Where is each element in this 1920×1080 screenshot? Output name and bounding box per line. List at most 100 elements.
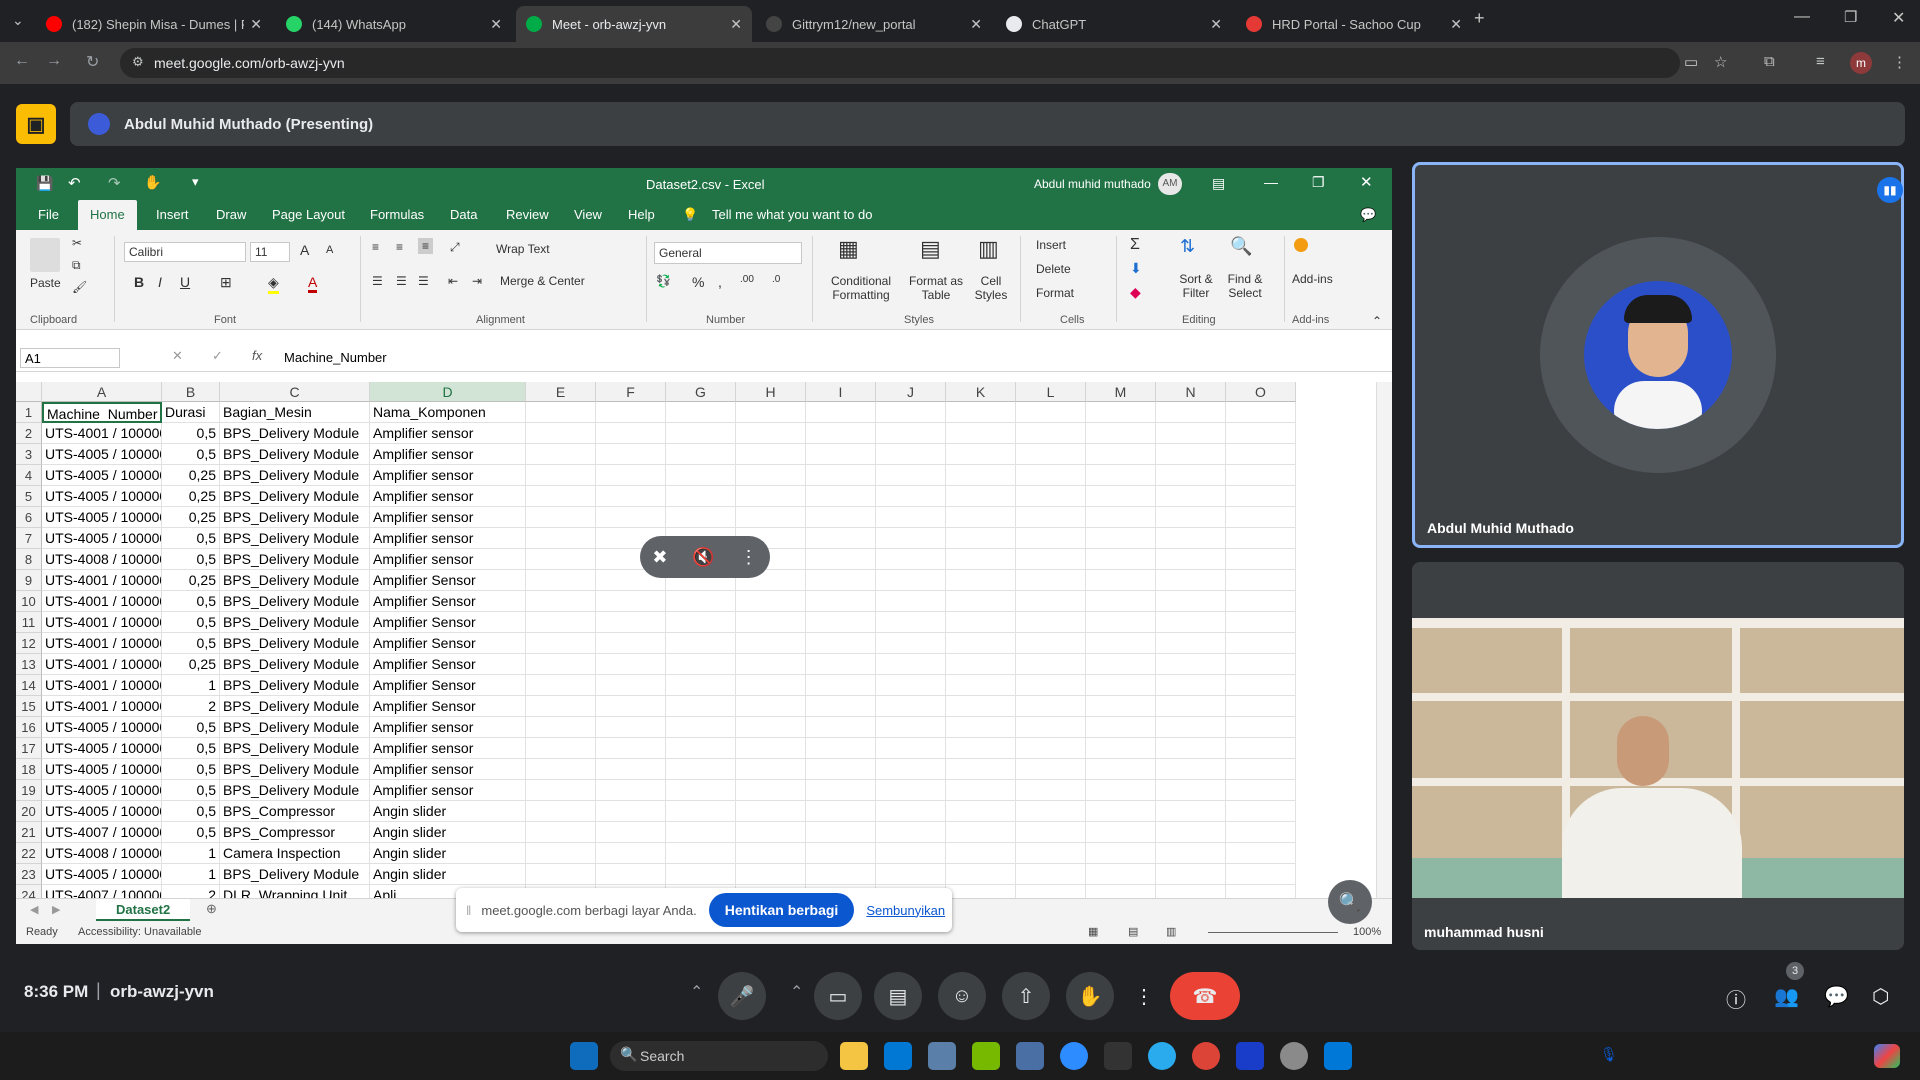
grid-cell[interactable] bbox=[526, 738, 596, 759]
increase-font-icon[interactable]: A bbox=[300, 242, 309, 258]
column-header[interactable]: E bbox=[526, 382, 596, 402]
grid-cell[interactable] bbox=[1016, 423, 1086, 444]
grid-cell[interactable] bbox=[946, 528, 1016, 549]
autosum-icon[interactable]: Σ bbox=[1130, 236, 1140, 254]
grid-cell[interactable] bbox=[596, 507, 666, 528]
grid-cell[interactable] bbox=[526, 675, 596, 696]
grid-cell[interactable] bbox=[1156, 843, 1226, 864]
zoom-slider[interactable] bbox=[1208, 932, 1338, 933]
grid-cell[interactable] bbox=[736, 612, 806, 633]
column-header[interactable]: H bbox=[736, 382, 806, 402]
row-header[interactable]: 17 bbox=[16, 738, 42, 759]
more-options-icon[interactable]: ⋮ bbox=[740, 547, 758, 568]
column-header[interactable]: B bbox=[162, 382, 220, 402]
row-header[interactable]: 2 bbox=[16, 423, 42, 444]
photos-icon[interactable] bbox=[928, 1042, 956, 1070]
row-header[interactable]: 6 bbox=[16, 507, 42, 528]
grid-cell[interactable] bbox=[1226, 654, 1296, 675]
confirm-entry-icon[interactable]: ✓ bbox=[212, 348, 223, 364]
grid-cell[interactable]: UTS-4005 / 100000000065 bbox=[42, 717, 162, 738]
sort-filter-icon[interactable]: ⇅ bbox=[1180, 236, 1195, 257]
row-header[interactable]: 13 bbox=[16, 654, 42, 675]
tab-close-icon[interactable]: ✕ bbox=[970, 16, 982, 33]
clear-icon[interactable]: ◆ bbox=[1130, 284, 1141, 301]
grid-cell[interactable] bbox=[876, 591, 946, 612]
fill-color-icon[interactable]: ◈ bbox=[268, 274, 279, 294]
formula-input[interactable]: Machine_Number bbox=[284, 350, 387, 365]
row-header[interactable]: 12 bbox=[16, 633, 42, 654]
grid-cell[interactable] bbox=[666, 822, 736, 843]
grid-cell[interactable]: UTS-4005 / 100000000065 bbox=[42, 780, 162, 801]
row-header[interactable]: 22 bbox=[16, 843, 42, 864]
grid-cell[interactable] bbox=[806, 528, 876, 549]
grid-cell[interactable] bbox=[596, 591, 666, 612]
grid-cell[interactable]: Nama_Komponen bbox=[370, 402, 526, 423]
grid-cell[interactable]: 0,5 bbox=[162, 591, 220, 612]
grid-cell[interactable]: BPS_Delivery Module bbox=[220, 717, 370, 738]
tell-me-box[interactable]: Tell me what you want to do bbox=[712, 207, 872, 222]
italic-icon[interactable]: I bbox=[158, 274, 162, 290]
row-header[interactable]: 9 bbox=[16, 570, 42, 591]
microphone-icon[interactable]: 🎤 bbox=[718, 972, 766, 1020]
grid-cell[interactable] bbox=[806, 591, 876, 612]
grid-cell[interactable] bbox=[1086, 759, 1156, 780]
bookmark-star-icon[interactable]: ☆ bbox=[1714, 53, 1727, 71]
grid-cell[interactable] bbox=[1226, 717, 1296, 738]
grid-cell[interactable] bbox=[666, 864, 736, 885]
touch-mode-icon[interactable]: ✋ bbox=[144, 174, 161, 191]
grid-cell[interactable] bbox=[596, 444, 666, 465]
grid-cell[interactable] bbox=[876, 780, 946, 801]
stop-sharing-button[interactable]: Hentikan berbagi bbox=[708, 893, 855, 927]
grid-cell[interactable] bbox=[1086, 591, 1156, 612]
grid-cell[interactable] bbox=[1226, 801, 1296, 822]
grid-cell[interactable]: 1 bbox=[162, 675, 220, 696]
grid-cell[interactable]: Amplifier sensor bbox=[370, 444, 526, 465]
grid-cell[interactable]: 1 bbox=[162, 843, 220, 864]
grid-cell[interactable] bbox=[596, 843, 666, 864]
grid-cell[interactable] bbox=[876, 507, 946, 528]
grid-cell[interactable]: BPS_Delivery Module bbox=[220, 549, 370, 570]
grid-cell[interactable] bbox=[1156, 822, 1226, 843]
grid-cell[interactable] bbox=[736, 864, 806, 885]
zoom-app-icon[interactable] bbox=[1060, 1042, 1088, 1070]
grid-cell[interactable] bbox=[736, 780, 806, 801]
row-header[interactable]: 20 bbox=[16, 801, 42, 822]
grid-cell[interactable]: 0,5 bbox=[162, 633, 220, 654]
column-header[interactable]: O bbox=[1226, 382, 1296, 402]
grid-cell[interactable]: 0,5 bbox=[162, 822, 220, 843]
grid-cell[interactable]: 0,25 bbox=[162, 507, 220, 528]
reload-icon[interactable]: ↻ bbox=[86, 52, 99, 72]
profile-avatar[interactable]: m bbox=[1850, 52, 1872, 74]
grid-cell[interactable]: Angin slider bbox=[370, 843, 526, 864]
grid-cell[interactable] bbox=[1226, 465, 1296, 486]
grid-cell[interactable]: Amplifier sensor bbox=[370, 738, 526, 759]
grid-cell[interactable] bbox=[1016, 633, 1086, 654]
insert-cells-button[interactable]: Insert bbox=[1036, 238, 1066, 252]
grid-cell[interactable] bbox=[596, 675, 666, 696]
excel-minimize-icon[interactable]: — bbox=[1264, 174, 1278, 190]
grid-cell[interactable] bbox=[1086, 507, 1156, 528]
drag-handle-icon[interactable]: ‖ bbox=[466, 903, 471, 918]
grid-cell[interactable] bbox=[876, 402, 946, 423]
grid-cell[interactable]: 0,25 bbox=[162, 486, 220, 507]
grid-cell[interactable]: UTS-4001 / 100000000061 bbox=[42, 612, 162, 633]
grid-cell[interactable] bbox=[526, 612, 596, 633]
grid-cell[interactable] bbox=[946, 465, 1016, 486]
grid-cell[interactable] bbox=[946, 633, 1016, 654]
grid-cell[interactable]: Machine_Number bbox=[42, 402, 162, 423]
grid-cell[interactable]: BPS_Delivery Module bbox=[220, 780, 370, 801]
grid-cell[interactable]: BPS_Delivery Module bbox=[220, 864, 370, 885]
grid-cell[interactable] bbox=[736, 444, 806, 465]
grid-cell[interactable] bbox=[526, 465, 596, 486]
grid-cell[interactable]: Amplifier Sensor bbox=[370, 675, 526, 696]
grid-cell[interactable] bbox=[666, 654, 736, 675]
grid-cell[interactable] bbox=[1016, 696, 1086, 717]
grid-cell[interactable] bbox=[1156, 780, 1226, 801]
grid-cell[interactable] bbox=[1086, 486, 1156, 507]
grid-cell[interactable]: BPS_Compressor bbox=[220, 822, 370, 843]
grid-cell[interactable]: UTS-4005 / 100000000065 bbox=[42, 528, 162, 549]
grid-cell[interactable] bbox=[666, 423, 736, 444]
grid-cell[interactable] bbox=[876, 570, 946, 591]
grid-cell[interactable]: Amplifier Sensor bbox=[370, 570, 526, 591]
grid-cell[interactable]: UTS-4005 / 100000000065 bbox=[42, 486, 162, 507]
